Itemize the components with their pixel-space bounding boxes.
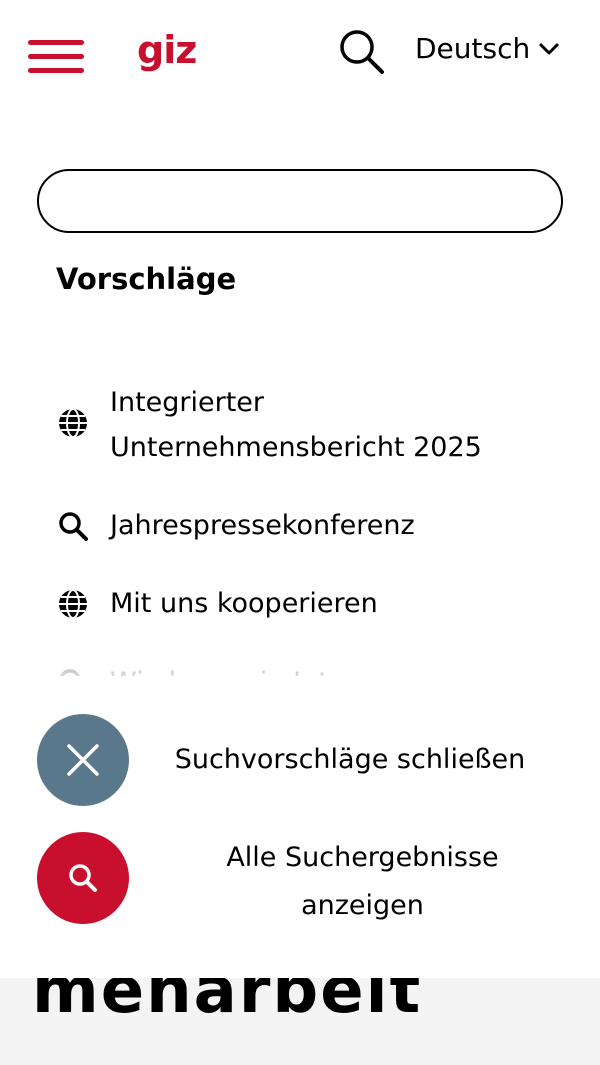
suggestion-item[interactable]: Jahrespressekonferenz: [56, 503, 550, 548]
suggestion-item[interactable]: Integrierter Unternehmensbericht 2025: [56, 380, 550, 470]
search-icon: [69, 864, 97, 892]
all-results-button[interactable]: [37, 832, 129, 924]
close-icon: [67, 744, 99, 776]
language-label: Deutsch: [415, 32, 531, 65]
globe-icon: [56, 587, 90, 621]
close-suggestions-button[interactable]: [37, 714, 129, 806]
hamburger-line: [28, 68, 84, 73]
suggestion-label: Integrierter Unternehmensbericht 2025: [110, 387, 482, 463]
search-icon[interactable]: [336, 26, 388, 78]
background-page: menarbeit: [0, 978, 600, 1065]
search-input[interactable]: [37, 169, 563, 233]
language-selector[interactable]: Deutsch: [415, 32, 560, 65]
search-actions-panel: Suchvorschläge schließen Alle Suchergebn…: [0, 676, 600, 978]
logo[interactable]: giz: [137, 28, 197, 72]
suggestions-title: Vorschläge: [56, 262, 237, 296]
hamburger-line: [28, 40, 84, 45]
all-results-label[interactable]: Alle Suchergebnisse anzeigen: [170, 834, 555, 930]
suggestion-label: Jahrespressekonferenz: [110, 510, 415, 541]
menu-button[interactable]: [28, 40, 84, 76]
close-suggestions-label[interactable]: Suchvorschläge schließen: [150, 736, 550, 784]
suggestion-label: Mit uns kooperieren: [110, 588, 378, 619]
background-heading: menarbeit: [32, 978, 423, 1028]
search-icon: [56, 509, 90, 543]
globe-icon: [56, 406, 90, 440]
hamburger-line: [28, 54, 84, 59]
suggestion-item[interactable]: Mit uns kooperieren: [56, 581, 550, 626]
suggestions-list: Integrierter Unternehmensbericht 2025 Ja…: [0, 380, 600, 680]
header: giz Deutsch: [0, 0, 600, 100]
chevron-down-icon: [539, 43, 559, 54]
